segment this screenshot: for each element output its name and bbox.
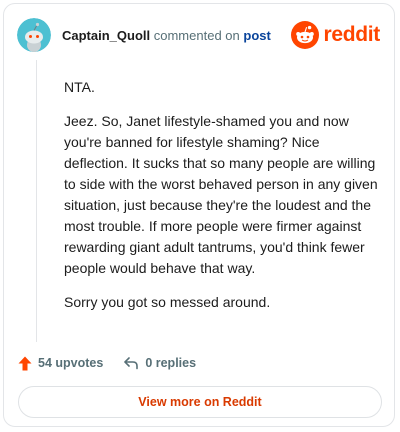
snoo-avatar-icon <box>17 18 51 52</box>
upvote-button[interactable]: 54 upvotes <box>18 356 103 371</box>
user-avatar[interactable] <box>17 18 51 52</box>
reply-count: 0 replies <box>145 356 197 370</box>
upvote-arrow-icon <box>18 356 32 370</box>
view-more-button[interactable]: View more on Reddit <box>18 386 382 418</box>
thread-line <box>36 60 37 342</box>
comment-byline: Captain_Quoll commented on post <box>62 28 271 44</box>
commented-on-text: commented on <box>153 28 240 43</box>
reply-arrow-icon <box>124 357 139 370</box>
author-name[interactable]: Captain_Quoll <box>62 28 150 43</box>
post-link[interactable]: post <box>243 28 270 43</box>
comment-embed-card: Captain_Quoll commented on post reddit N… <box>3 3 395 427</box>
comment-paragraph: NTA. <box>64 79 95 95</box>
comment-body: NTA. Jeez. So, Janet lifestyle-shamed yo… <box>64 77 384 326</box>
comment-actions: 54 upvotes 0 replies <box>18 353 196 373</box>
brand-wordmark: reddit <box>323 23 380 46</box>
reddit-brand[interactable]: reddit <box>291 20 380 50</box>
comment-paragraph: Sorry you got so messed around. <box>64 294 271 310</box>
comment-paragraph: Jeez. So, Janet lifestyle-shamed you and… <box>64 113 378 276</box>
reply-button[interactable]: 0 replies <box>123 356 196 370</box>
reddit-logo-icon <box>291 21 320 49</box>
upvote-count: 54 upvotes <box>38 356 104 370</box>
comment-header: Captain_Quoll commented on post reddit <box>17 18 380 54</box>
